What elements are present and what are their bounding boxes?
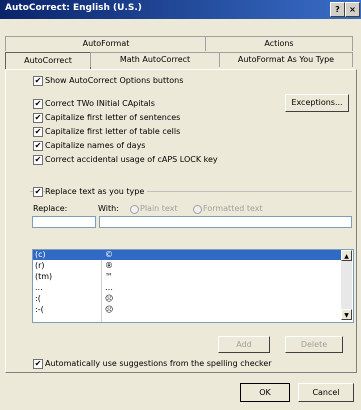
cancel-button[interactable]: Cancel xyxy=(298,383,354,402)
suggestions-label: Automatically use suggestions from the s… xyxy=(45,359,272,368)
row-to: ™ xyxy=(105,272,113,281)
first-table-label: Capitalize first letter of table cells xyxy=(45,127,181,136)
scroll-up-icon[interactable]: ▲ xyxy=(341,250,352,261)
close-button[interactable]: × xyxy=(345,2,360,17)
list-row[interactable]: :-( ☹ xyxy=(33,305,341,315)
add-button[interactable]: Add xyxy=(218,336,270,353)
row-from: (r) xyxy=(35,261,45,270)
first-sentence-label: Capitalize first letter of sentences xyxy=(45,113,181,122)
tab-math-autocorrect[interactable]: Math AutoCorrect xyxy=(90,52,220,67)
list-row[interactable]: (c) © xyxy=(33,250,341,260)
names-days-checkbox[interactable]: ✔ xyxy=(33,141,43,151)
names-days-label: Capitalize names of days xyxy=(45,141,146,150)
with-input[interactable] xyxy=(99,216,352,228)
show-buttons-checkbox[interactable]: ✔ xyxy=(33,76,43,86)
formatted-text-radio[interactable] xyxy=(193,205,202,214)
list-row[interactable]: :( ☹ xyxy=(33,294,341,304)
help-button[interactable]: ? xyxy=(330,2,345,17)
first-sentence-checkbox[interactable]: ✔ xyxy=(33,113,43,123)
row-from: (c) xyxy=(35,250,46,259)
row-to: ® xyxy=(105,261,113,270)
suggestions-checkbox[interactable]: ✔ xyxy=(33,359,43,369)
replace-checkbox[interactable]: ✔ xyxy=(33,187,43,197)
row-from: (tm) xyxy=(35,272,53,281)
tab-autoformat[interactable]: AutoFormat xyxy=(5,36,207,51)
autocorrect-list[interactable]: (c) © (r) ® (tm) ™ ... … :( ☹ :-( ☹ ▲ ▼ xyxy=(32,249,354,323)
window-title: AutoCorrect: English (U.S.) xyxy=(5,3,142,13)
row-to: ☹ xyxy=(105,305,114,314)
tab-actions[interactable]: Actions xyxy=(205,36,353,51)
ok-button[interactable]: OK xyxy=(240,383,290,402)
row-to: ☹ xyxy=(105,294,114,303)
replace-field-label: Replace: xyxy=(33,204,68,213)
caps-lock-label: Correct accidental usage of cAPS LOCK ke… xyxy=(45,155,218,164)
list-scrollbar[interactable]: ▲ ▼ xyxy=(341,250,352,320)
dialog-body: AutoFormat Actions AutoCorrect Math Auto… xyxy=(0,19,361,410)
delete-button[interactable]: Delete xyxy=(285,336,343,353)
plain-text-label: Plain text xyxy=(140,204,178,213)
plain-text-radio[interactable] xyxy=(130,205,139,214)
tab-autocorrect[interactable]: AutoCorrect xyxy=(5,52,91,70)
two-initial-checkbox[interactable]: ✔ xyxy=(33,99,43,109)
exceptions-button[interactable]: Exceptions... xyxy=(285,94,349,112)
title-bar: AutoCorrect: English (U.S.) ? × xyxy=(0,0,361,19)
list-row[interactable]: (r) ® xyxy=(33,261,341,271)
row-from: :( xyxy=(35,294,41,303)
show-buttons-label: Show AutoCorrect Options buttons xyxy=(45,76,184,85)
with-field-label: With: xyxy=(98,204,119,213)
replace-label: Replace text as you type xyxy=(45,187,148,196)
row-from: :-( xyxy=(35,305,44,314)
list-row[interactable]: ... … xyxy=(33,283,341,293)
tab-autoformat-as-you-type[interactable]: AutoFormat As You Type xyxy=(219,52,353,67)
formatted-text-label: Formatted text xyxy=(203,204,263,213)
caps-lock-checkbox[interactable]: ✔ xyxy=(33,155,43,165)
scroll-down-icon[interactable]: ▼ xyxy=(341,309,352,320)
row-from: ... xyxy=(35,283,43,292)
two-initial-label: Correct TWo INitial CApitals xyxy=(45,99,155,108)
list-row[interactable]: (tm) ™ xyxy=(33,272,341,282)
row-to: © xyxy=(105,250,113,259)
first-table-checkbox[interactable]: ✔ xyxy=(33,127,43,137)
replace-input[interactable] xyxy=(32,216,96,228)
row-to: … xyxy=(105,283,113,292)
